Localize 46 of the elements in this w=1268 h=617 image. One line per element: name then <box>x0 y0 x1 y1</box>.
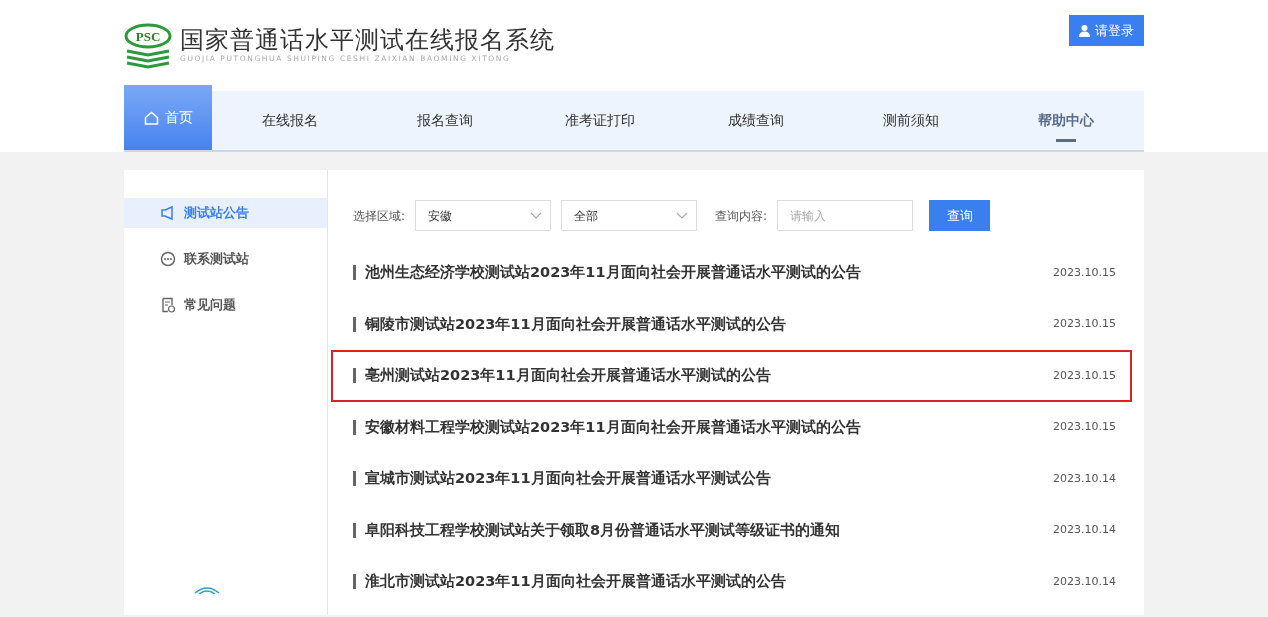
document-icon <box>160 297 176 313</box>
announcement-row[interactable]: 阜阳科技工程学校测试站关于领取8月份普通话水平测试等级证书的通知 2023.10.14 <box>331 504 1132 556</box>
user-icon <box>1079 24 1090 37</box>
announcement-row[interactable]: 池州生态经济学校测试站2023年11月面向社会开展普通话水平测试的公告 2023.10.15 <box>331 247 1132 299</box>
announcement-row[interactable]: 淮北市测试站2023年11月面向社会开展普通话水平测试的公告 2023.10.14 <box>331 556 1132 608</box>
login-button[interactable]: 请登录 <box>1069 14 1144 47</box>
nav-tab[interactable]: 帮助中心 <box>988 91 1144 150</box>
announcement-date: 2023.10.15 <box>1053 419 1116 435</box>
megaphone-icon <box>160 205 176 221</box>
announcement-row[interactable]: 安徽材料工程学校测试站2023年11月面向社会开展普通话水平测试的公告 2023.10.15 <box>331 401 1132 453</box>
announcement-date: 2023.10.15 <box>1053 316 1116 332</box>
announcement-title[interactable]: 宣城市测试站2023年11月面向社会开展普通话水平测试公告 <box>353 471 771 487</box>
search-field[interactable]: 请输入 <box>777 200 914 231</box>
announcement-date: 2023.10.14 <box>1053 470 1116 487</box>
announcement-date: 2023.10.14 <box>1053 522 1116 538</box>
filter-label: 查询内容: <box>715 207 768 225</box>
chat-icon <box>160 251 176 267</box>
chevron-down-icon <box>530 212 543 219</box>
announcement-row[interactable]: 宣城市测试站2023年11月面向社会开展普通话水平测试公告 2023.10.14 <box>331 453 1132 505</box>
announcement-row[interactable]: 亳州测试站2023年11月面向社会开展普通话水平测试的公告 2023.10.15 <box>331 350 1132 402</box>
nav-tab[interactable]: 在线报名 <box>212 91 368 150</box>
sidebar-item[interactable]: 联系测试站 <box>124 244 327 274</box>
announcement-row[interactable]: 铜陵市测试站2023年11月面向社会开展普通话水平测试的公告 2023.10.15 <box>331 298 1132 350</box>
announcement-title[interactable]: 铜陵市测试站2023年11月面向社会开展普通话水平测试的公告 <box>353 316 786 332</box>
announcement-title[interactable]: 阜阳科技工程学校测试站关于领取8月份普通话水平测试等级证书的通知 <box>353 522 841 538</box>
announcement-title[interactable]: 淮北市测试站2023年11月面向社会开展普通话水平测试的公告 <box>353 574 786 590</box>
announcement-date: 2023.10.15 <box>1053 367 1116 384</box>
psc-logo: PSC <box>124 22 172 69</box>
nav-tab[interactable]: 准考证打印 <box>522 91 678 150</box>
site-title: 国家普通话水平测试在线报名系统 <box>180 26 555 54</box>
dropdown[interactable]: 安徽 <box>415 200 552 231</box>
announcement-date: 2023.10.14 <box>1053 573 1116 590</box>
nav-tab[interactable]: 测前须知 <box>833 91 989 150</box>
filter-label: 选择区域: <box>353 207 406 225</box>
announcement-title[interactable]: 安徽材料工程学校测试站2023年11月面向社会开展普通话水平测试的公告 <box>353 419 861 435</box>
dropdown[interactable]: 全部 <box>561 200 698 231</box>
nav-tab[interactable]: 报名查询 <box>367 91 523 150</box>
search-button[interactable]: 查询 <box>929 200 991 231</box>
announcement-title[interactable]: 亳州测试站2023年11月面向社会开展普通话水平测试的公告 <box>353 368 771 384</box>
home-icon <box>143 110 159 125</box>
sidebar-item[interactable]: 常见问题 <box>124 290 327 320</box>
arc-icon <box>194 586 220 594</box>
chevron-down-icon <box>676 212 689 219</box>
announcement-title[interactable]: 池州生态经济学校测试站2023年11月面向社会开展普通话水平测试的公告 <box>353 265 861 281</box>
nav-tab[interactable]: 成绩查询 <box>678 91 834 150</box>
announcement-date: 2023.10.15 <box>1053 264 1116 281</box>
